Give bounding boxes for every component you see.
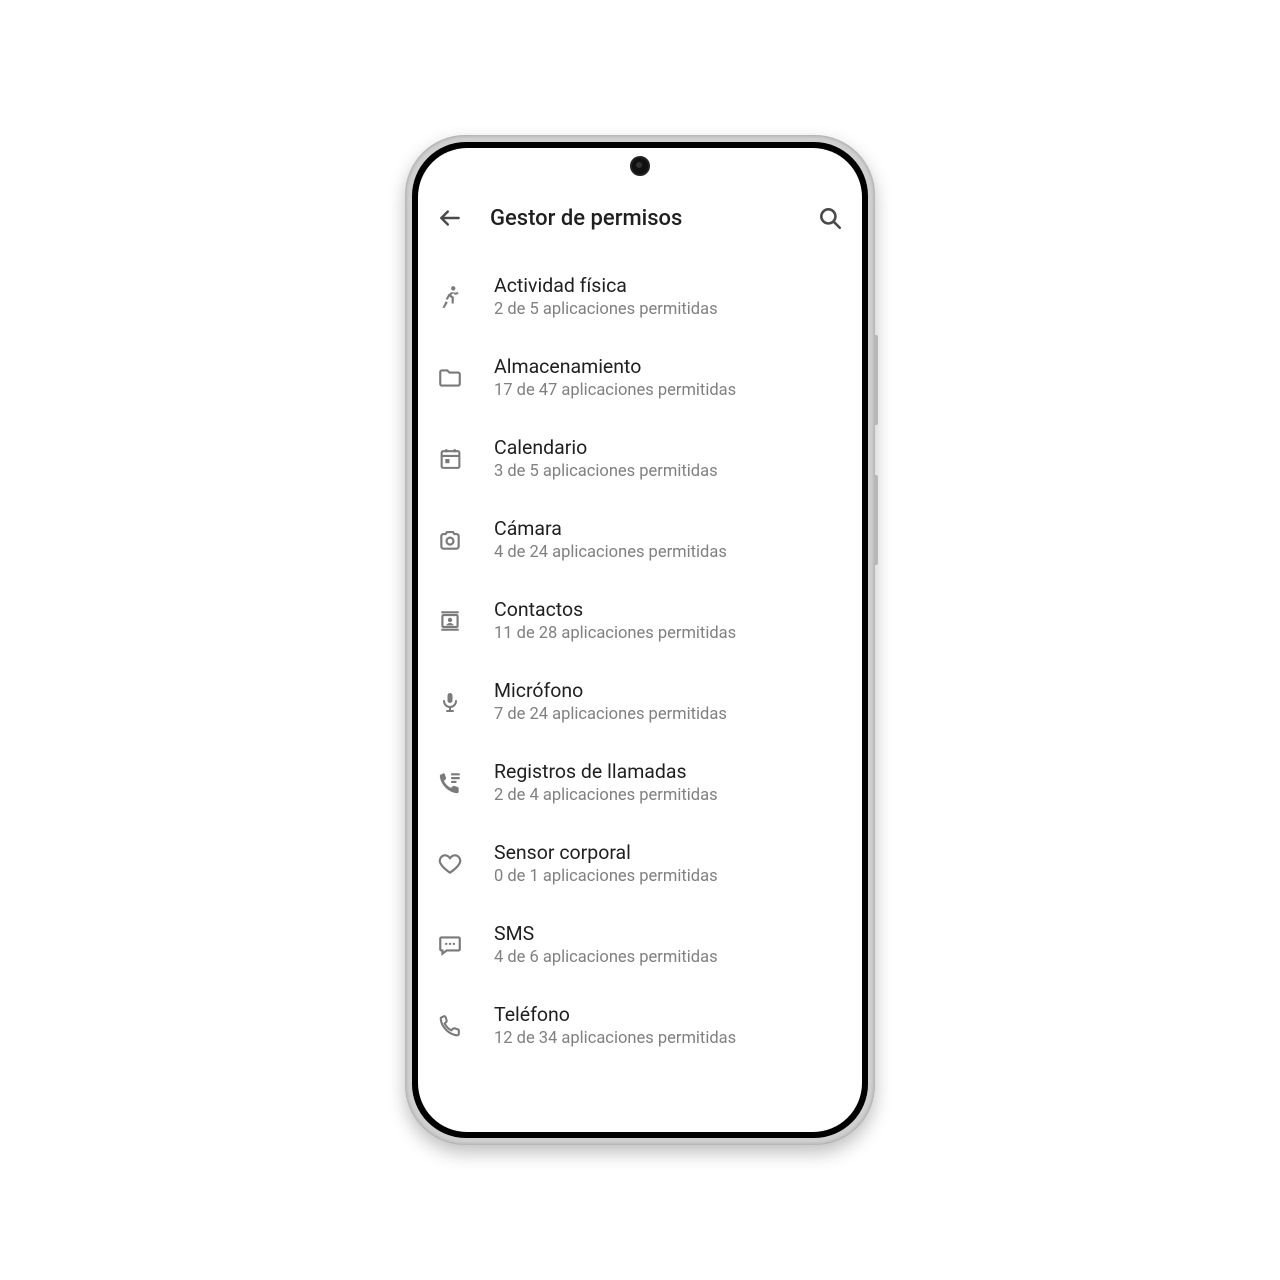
page-title: Gestor de permisos: [490, 206, 790, 231]
permission-label: Contactos: [494, 598, 844, 621]
list-text: Almacenamiento 17 de 47 aplicaciones per…: [494, 355, 844, 400]
permission-label: Almacenamiento: [494, 355, 844, 378]
arrow-back-icon: [437, 205, 463, 231]
permission-subtitle: 7 de 24 aplicaciones permitidas: [494, 705, 844, 724]
permission-subtitle: 4 de 6 aplicaciones permitidas: [494, 948, 844, 967]
permission-label: Calendario: [494, 436, 844, 459]
camera-notch: [630, 156, 650, 176]
permission-item-sms[interactable]: SMS 4 de 6 aplicaciones permitidas: [418, 904, 862, 985]
permission-subtitle: 12 de 34 aplicaciones permitidas: [494, 1029, 844, 1048]
permission-subtitle: 3 de 5 aplicaciones permitidas: [494, 462, 844, 481]
permission-label: SMS: [494, 922, 844, 945]
list-text: Cámara 4 de 24 aplicaciones permitidas: [494, 517, 844, 562]
permission-subtitle: 2 de 4 aplicaciones permitidas: [494, 786, 844, 805]
heart-icon: [436, 850, 464, 878]
microphone-icon: [436, 688, 464, 716]
phone-frame: Gestor de permisos: [405, 135, 875, 1145]
permission-label: Teléfono: [494, 1003, 844, 1026]
permission-item-calendario[interactable]: Calendario 3 de 5 aplicaciones permitida…: [418, 418, 862, 499]
back-button[interactable]: [436, 204, 464, 232]
bottom-fade: [418, 1102, 862, 1132]
permission-item-almacenamiento[interactable]: Almacenamiento 17 de 47 aplicaciones per…: [418, 337, 862, 418]
camera-icon: [436, 526, 464, 554]
list-text: SMS 4 de 6 aplicaciones permitidas: [494, 922, 844, 967]
contacts-icon: [436, 607, 464, 635]
permission-subtitle: 11 de 28 aplicaciones permitidas: [494, 624, 844, 643]
permission-item-actividad-fisica[interactable]: Actividad física 2 de 5 aplicaciones per…: [418, 256, 862, 337]
permission-subtitle: 2 de 5 aplicaciones permitidas: [494, 300, 844, 319]
permission-label: Sensor corporal: [494, 841, 844, 864]
permission-item-camara[interactable]: Cámara 4 de 24 aplicaciones permitidas: [418, 499, 862, 580]
calendar-icon: [436, 445, 464, 473]
search-icon: [817, 205, 843, 231]
permission-subtitle: 17 de 47 aplicaciones permitidas: [494, 381, 844, 400]
permission-label: Registros de llamadas: [494, 760, 844, 783]
permission-subtitle: 4 de 24 aplicaciones permitidas: [494, 543, 844, 562]
folder-icon: [436, 364, 464, 392]
phone-bezel: Gestor de permisos: [412, 142, 868, 1138]
list-text: Micrófono 7 de 24 aplicaciones permitida…: [494, 679, 844, 724]
appbar: Gestor de permisos: [418, 188, 862, 248]
list-text: Registros de llamadas 2 de 4 aplicacione…: [494, 760, 844, 805]
permission-item-contactos[interactable]: Contactos 11 de 28 aplicaciones permitid…: [418, 580, 862, 661]
permission-label: Cámara: [494, 517, 844, 540]
permission-label: Micrófono: [494, 679, 844, 702]
list-text: Teléfono 12 de 34 aplicaciones permitida…: [494, 1003, 844, 1048]
permission-item-registros-llamadas[interactable]: Registros de llamadas 2 de 4 aplicacione…: [418, 742, 862, 823]
phone-icon: [436, 1012, 464, 1040]
list-text: Contactos 11 de 28 aplicaciones permitid…: [494, 598, 844, 643]
screen: Gestor de permisos: [418, 148, 862, 1132]
search-button[interactable]: [816, 204, 844, 232]
permission-item-microfono[interactable]: Micrófono 7 de 24 aplicaciones permitida…: [418, 661, 862, 742]
sms-icon: [436, 931, 464, 959]
list-text: Sensor corporal 0 de 1 aplicaciones perm…: [494, 841, 844, 886]
permission-item-sensor-corporal[interactable]: Sensor corporal 0 de 1 aplicaciones perm…: [418, 823, 862, 904]
permission-label: Actividad física: [494, 274, 844, 297]
list-text: Actividad física 2 de 5 aplicaciones per…: [494, 274, 844, 319]
permissions-list: Actividad física 2 de 5 aplicaciones per…: [418, 248, 862, 1066]
permission-item-telefono[interactable]: Teléfono 12 de 34 aplicaciones permitida…: [418, 985, 862, 1066]
call-log-icon: [436, 769, 464, 797]
permission-subtitle: 0 de 1 aplicaciones permitidas: [494, 867, 844, 886]
list-text: Calendario 3 de 5 aplicaciones permitida…: [494, 436, 844, 481]
run-icon: [436, 283, 464, 311]
